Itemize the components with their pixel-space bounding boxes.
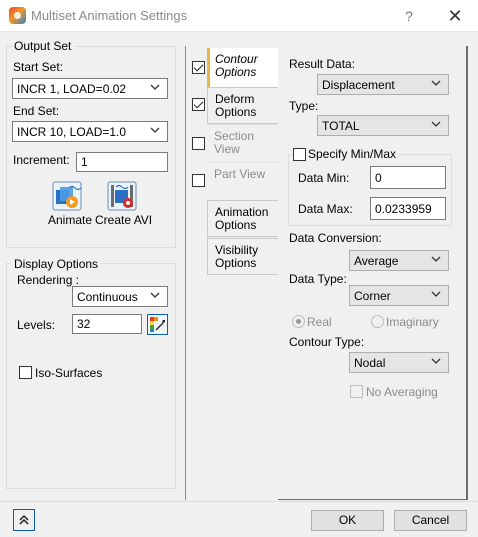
real-radio[interactable]: [292, 315, 305, 328]
start-set-label: Start Set:: [13, 60, 64, 74]
tab-contour-options-label: Contour Options: [215, 52, 258, 79]
chevron-down-icon: [150, 125, 160, 135]
tab-deform-options[interactable]: Deform Options: [207, 87, 278, 124]
iso-surfaces-label: Iso-Surfaces: [35, 366, 103, 380]
data-max-field[interactable]: [371, 198, 445, 219]
animate-label: Animate: [48, 213, 93, 227]
end-set-combo[interactable]: INCR 10, LOAD=1.0: [12, 121, 168, 142]
chevron-down-icon: [431, 254, 441, 264]
levels-input[interactable]: [72, 314, 142, 334]
animate-button[interactable]: [52, 181, 82, 211]
section-view-checkbox[interactable]: [192, 137, 205, 150]
deform-options-checkbox[interactable]: [192, 98, 205, 111]
chevron-down-icon: [431, 289, 441, 299]
cancel-button[interactable]: Cancel: [394, 510, 467, 531]
increment-label: Increment:: [13, 153, 70, 167]
rendering-label: Rendering :: [17, 273, 80, 287]
contour-type-combo[interactable]: Nodal: [349, 352, 449, 373]
increment-input[interactable]: [76, 152, 168, 172]
levels-label: Levels:: [17, 318, 56, 332]
start-set-combo[interactable]: INCR 1, LOAD=0.02: [12, 78, 168, 99]
data-min-input[interactable]: [370, 166, 446, 189]
specify-min-max-label: Specify Min/Max: [306, 147, 400, 161]
chevron-down-icon: [150, 82, 160, 92]
no-averaging-label: No Averaging: [366, 385, 438, 399]
imaginary-radio[interactable]: [371, 315, 384, 328]
chevron-down-icon: [431, 119, 441, 129]
data-conversion-combo[interactable]: Average: [349, 250, 449, 271]
data-type-label: Data Type:: [289, 272, 347, 286]
data-min-label: Data Min:: [298, 171, 350, 185]
type-label: Type:: [289, 99, 319, 113]
color-palette-icon: [150, 317, 165, 332]
result-data-label: Result Data:: [289, 57, 356, 71]
increment-field[interactable]: [77, 153, 167, 171]
rendering-combo[interactable]: Continuous: [72, 286, 168, 307]
data-max-input[interactable]: [370, 197, 446, 220]
data-conversion-label: Data Conversion:: [289, 231, 382, 245]
tab-animation-options-label: Animation Options: [215, 205, 269, 232]
contour-type-value: Nodal: [354, 356, 386, 370]
help-button[interactable]: ?: [398, 6, 420, 26]
data-max-label: Data Max:: [298, 202, 353, 216]
end-set-value: INCR 10, LOAD=1.0: [17, 125, 127, 139]
chevron-down-icon: [431, 78, 441, 88]
specify-min-max-checkbox[interactable]: [293, 148, 306, 161]
color-palette-button[interactable]: [147, 314, 168, 335]
start-set-value: INCR 1, LOAD=0.02: [17, 82, 127, 96]
data-type-combo[interactable]: Corner: [349, 285, 449, 306]
no-averaging-checkbox[interactable]: [350, 385, 363, 398]
data-type-value: Corner: [354, 289, 391, 303]
result-data-combo[interactable]: Displacement: [317, 74, 449, 95]
result-data-value: Displacement: [322, 78, 395, 92]
display-options-title: Display Options: [11, 257, 102, 271]
real-label: Real: [307, 315, 332, 329]
type-value: TOTAL: [322, 119, 360, 133]
tab-section-view-label: Section View: [214, 129, 255, 156]
tab-section-view[interactable]: Section View: [207, 124, 278, 162]
collapse-button[interactable]: [13, 509, 35, 531]
data-min-field[interactable]: [371, 167, 445, 188]
tab-contour-options[interactable]: Contour Options: [207, 48, 278, 87]
double-chevron-up-icon: [19, 514, 29, 525]
create-avi-icon: [107, 181, 137, 211]
rendering-value: Continuous: [77, 290, 138, 304]
chevron-down-icon: [431, 356, 441, 366]
create-avi-button[interactable]: [107, 181, 137, 211]
iso-surfaces-checkbox[interactable]: [19, 366, 32, 379]
window-title: Multiset Animation Settings: [31, 8, 188, 23]
tab-part-view[interactable]: Part View: [207, 162, 278, 200]
type-combo[interactable]: TOTAL: [317, 115, 449, 136]
tab-visibility-options-label: Visibility Options: [215, 243, 259, 270]
contour-type-label: Contour Type:: [289, 335, 365, 349]
title-bar: Multiset Animation Settings ? ✕: [0, 0, 478, 32]
tab-visibility-options[interactable]: Visibility Options: [207, 238, 278, 275]
tab-part-view-label: Part View: [214, 167, 266, 181]
end-set-label: End Set:: [13, 104, 60, 118]
contour-options-checkbox[interactable]: [192, 61, 205, 74]
app-logo-icon: [9, 7, 26, 24]
imaginary-label: Imaginary: [386, 315, 439, 329]
tab-animation-options[interactable]: Animation Options: [207, 200, 278, 237]
close-button[interactable]: ✕: [444, 5, 466, 27]
data-conversion-value: Average: [354, 254, 399, 268]
levels-field[interactable]: [73, 315, 141, 333]
pane-divider: [185, 46, 186, 500]
ok-button[interactable]: OK: [311, 510, 384, 531]
tab-deform-options-label: Deform Options: [215, 92, 257, 119]
create-avi-label: Create AVI: [95, 213, 153, 227]
animate-icon: [52, 181, 82, 211]
footer-separator: [0, 501, 478, 502]
part-view-checkbox[interactable]: [192, 174, 205, 187]
chevron-down-icon: [150, 290, 160, 300]
output-set-title: Output Set: [11, 39, 75, 53]
